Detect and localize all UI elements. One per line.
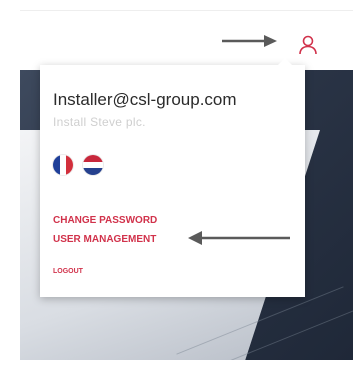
change-password-link[interactable]: CHANGE PASSWORD [53, 215, 157, 226]
flag-netherlands-icon[interactable] [83, 155, 103, 175]
annotation-arrow-right-icon [222, 35, 277, 47]
screenshot-stage: Installer@csl-group.com Install Steve pl… [0, 0, 364, 376]
flag-france-icon[interactable] [53, 155, 73, 175]
account-email: Installer@csl-group.com [53, 90, 237, 109]
language-selector [53, 155, 103, 175]
logout-link[interactable]: LOGOUT [53, 268, 83, 275]
annotation-arrow-left-icon [188, 231, 290, 245]
account-company: Install Steve plc. [53, 115, 146, 129]
user-management-link[interactable]: USER MANAGEMENT [53, 234, 156, 245]
account-dropdown: Installer@csl-group.com Install Steve pl… [40, 58, 305, 297]
user-account-icon[interactable] [297, 34, 319, 56]
dropdown-caret [277, 58, 293, 66]
